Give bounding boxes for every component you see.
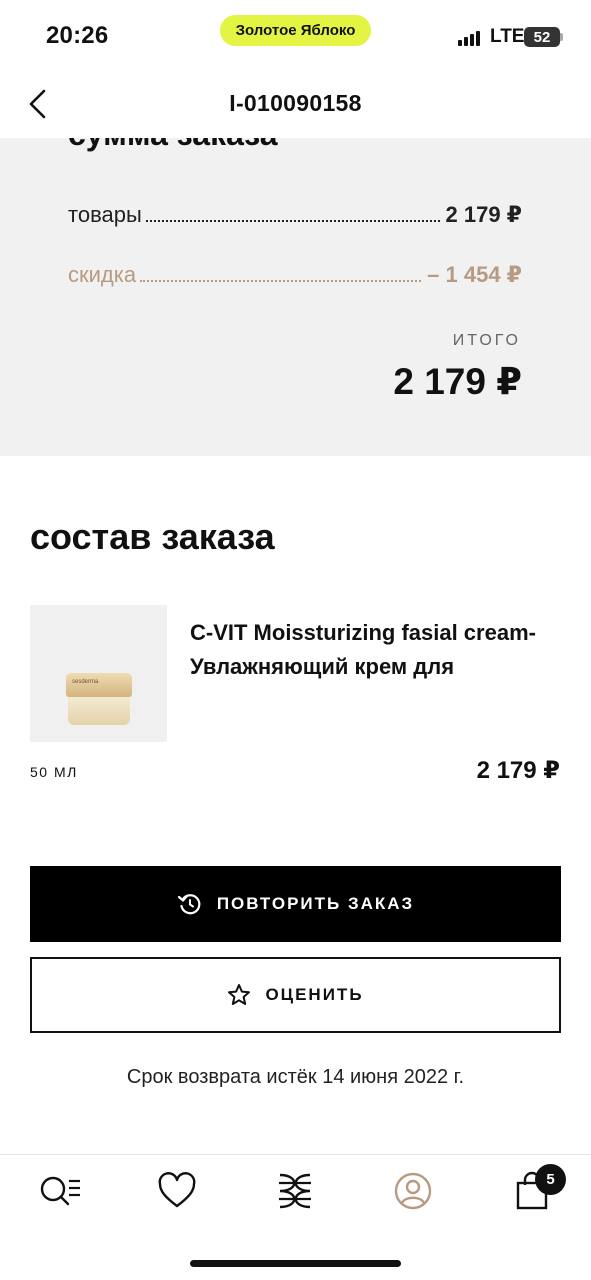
product-name[interactable]: C-VIT Moissturizing fasial cream-Увлажня… <box>190 616 570 684</box>
composition-title: состав заказа <box>30 516 275 557</box>
goods-label: товары <box>68 202 142 227</box>
cream-jar-image: sesderma <box>66 673 132 725</box>
brand-logo-icon[interactable] <box>273 1171 317 1211</box>
summary-title: сумма заказа <box>68 138 278 153</box>
return-deadline-note: Срок возврата истёк 14 июня 2022 г. <box>126 1066 465 1088</box>
cart-count-badge: 5 <box>535 1164 566 1195</box>
order-summary: сумма заказа товары 2 179 ₽ скидка – 1 4… <box>0 138 591 456</box>
status-bar: 20:26 Золотое Яблоко LTE 52 <box>0 0 591 66</box>
profile-icon[interactable] <box>391 1171 435 1211</box>
repeat-icon <box>177 894 201 915</box>
total-amount: 2 179 ₽ <box>393 361 522 402</box>
carrier-pill[interactable]: Золотое Яблоко <box>220 15 371 46</box>
rate-order-label: ОЦЕНИТЬ <box>265 985 364 1004</box>
star-icon <box>228 984 251 1005</box>
repeat-order-button[interactable]: ПОВТОРИТЬ ЗАКАЗ <box>30 866 561 942</box>
nav-header: I-010090158 <box>0 66 591 138</box>
product-price: 2 179 ₽ <box>476 757 560 784</box>
total-label: ИТОГО <box>452 332 521 349</box>
discount-row: скидка – 1 454 ₽ <box>68 262 522 288</box>
jar-brand: sesderma <box>72 679 99 685</box>
status-time: 20:26 <box>46 22 109 49</box>
battery-icon: 52 <box>524 27 560 47</box>
page-title: I-010090158 <box>229 90 362 116</box>
goods-row: товары 2 179 ₽ <box>68 202 522 228</box>
repeat-order-label: ПОВТОРИТЬ ЗАКАЗ <box>216 894 415 913</box>
product-volume: 50 МЛ <box>30 764 78 780</box>
product-image[interactable]: sesderma <box>30 605 167 742</box>
battery-tip <box>560 33 563 41</box>
discount-amount: – 1 454 ₽ <box>427 262 522 287</box>
rate-order-button[interactable]: ОЦЕНИТЬ <box>30 957 561 1033</box>
discount-label: скидка <box>68 262 137 287</box>
signal-icon <box>458 30 482 46</box>
dotted-leader <box>140 280 422 282</box>
jar-body <box>68 697 130 725</box>
home-indicator[interactable] <box>190 1260 401 1267</box>
network-label: LTE <box>490 26 525 47</box>
goods-amount: 2 179 ₽ <box>445 202 522 227</box>
dotted-leader <box>145 220 440 222</box>
jar-lid: sesderma <box>66 673 132 697</box>
heart-icon[interactable] <box>155 1171 199 1211</box>
search-catalog-icon[interactable] <box>38 1171 82 1211</box>
